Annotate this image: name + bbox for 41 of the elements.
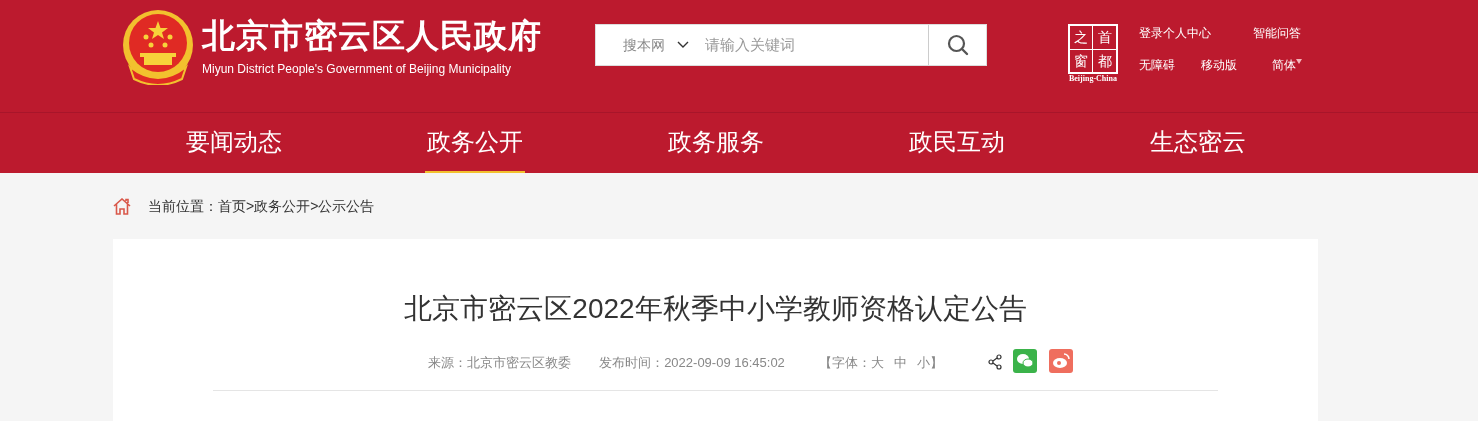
- search-field[interactable]: 请输入关键词: [699, 25, 928, 65]
- nav-tab[interactable]: 要闻动态: [183, 113, 284, 173]
- weibo-icon[interactable]: [1048, 349, 1073, 373]
- font-size-option[interactable]: 小: [916, 353, 930, 373]
- chevron-icon: [677, 41, 689, 49]
- share-icon[interactable]: [986, 354, 1003, 370]
- bracket-mark: 】: [929, 354, 943, 372]
- nav-tab[interactable]: 政民互动: [906, 113, 1007, 173]
- badge-caption: Beijing-China: [1069, 74, 1117, 84]
- header-link[interactable]: 无障碍: [1139, 56, 1201, 74]
- breadcrumb-label: 当前位置：: [148, 196, 218, 216]
- header-link[interactable]: 简体: [1272, 56, 1302, 74]
- breadcrumb-separator: >: [246, 196, 255, 216]
- header-link[interactable]: 移动版: [1201, 56, 1272, 74]
- article-title: 北京市密云区2022年秋季中小学教师资格认定公告: [404, 292, 1027, 326]
- font-size-label: 【字体：: [818, 354, 871, 372]
- header-link[interactable]: 登录个人中心: [1139, 24, 1253, 42]
- article-source: 来源：北京市密云区教委: [428, 354, 572, 372]
- breadcrumb-separator: >: [310, 196, 319, 216]
- badge-character: 之: [1070, 26, 1093, 50]
- nav-tab[interactable]: 生态密云: [1147, 113, 1248, 173]
- search-box[interactable]: 搜本网 请输入关键词: [595, 24, 987, 66]
- nav-tab[interactable]: 政务公开: [424, 113, 525, 173]
- home-icon[interactable]: [113, 197, 131, 215]
- font-size-option[interactable]: 大: [870, 353, 884, 373]
- badge-character: 首: [1093, 26, 1116, 50]
- badge-character: 窗: [1070, 49, 1093, 72]
- font-size-option[interactable]: 中: [893, 353, 907, 373]
- badge-character: 都: [1096, 51, 1113, 71]
- site-subtitle: Miyun District People's Government of Beijing Municipality: [202, 61, 513, 77]
- breadcrumb-link[interactable]: 政务公开: [254, 195, 311, 217]
- search-scope-dropdown[interactable]: 搜本网: [596, 25, 699, 65]
- nav-tab[interactable]: 政务服务: [665, 113, 766, 173]
- breadcrumb-link[interactable]: 公示公告: [318, 195, 375, 217]
- emblem-icon: [122, 9, 194, 85]
- site-title: 北京市密云区人民政府: [202, 16, 543, 56]
- publish-time: 发布时间：2022-09-09 16:45:02: [599, 354, 785, 372]
- header-link[interactable]: 智能问答: [1253, 24, 1302, 42]
- search-icon: [946, 34, 969, 56]
- wechat-icon[interactable]: [1012, 349, 1037, 373]
- breadcrumb-link[interactable]: 首页: [218, 195, 246, 217]
